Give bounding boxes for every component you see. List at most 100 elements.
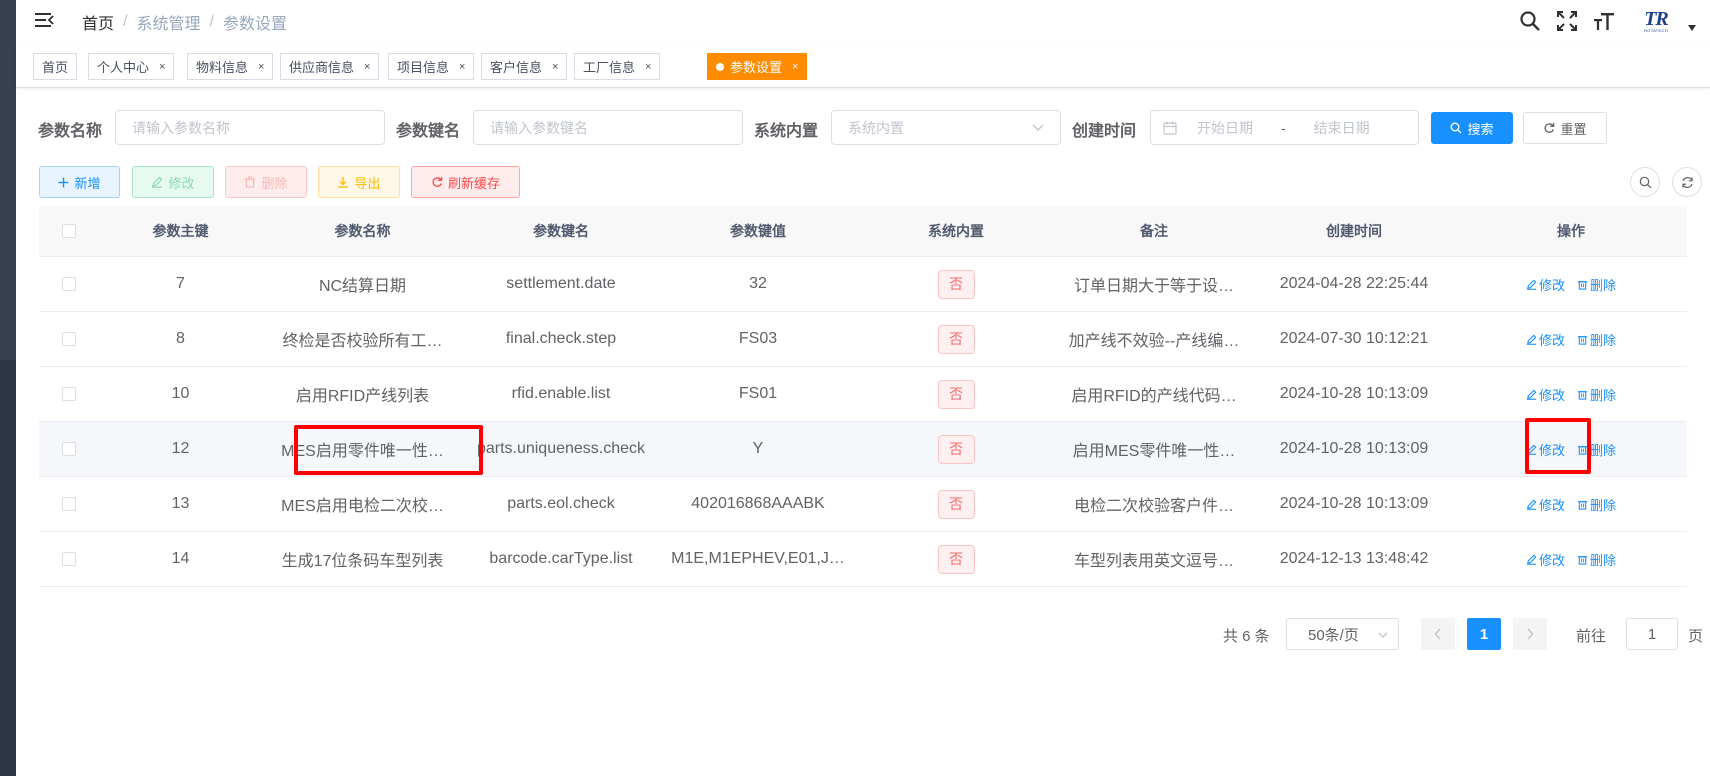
create-time-label: 创建时间: [1072, 123, 1137, 140]
search-icon: [1450, 122, 1462, 134]
param-key-input[interactable]: 请输入参数键名: [473, 110, 743, 145]
tab-home[interactable]: 首页: [33, 53, 78, 80]
app-root: 首页 / 系统管理 / 参数设置 TR ROTATECH 首页 个人中心 × 物…: [0, 0, 1710, 776]
row-checkbox[interactable]: [62, 552, 76, 566]
cell-created-time: 2024-10-28 10:13:09: [1279, 495, 1429, 512]
end-date-placeholder[interactable]: 结束日期: [1314, 118, 1370, 138]
builtin-badge: 否: [937, 489, 975, 519]
row-edit-button[interactable]: 修改: [1526, 330, 1565, 349]
param-key-label: 参数键名: [396, 123, 461, 140]
tab-supplier-info[interactable]: 供应商信息 ×: [280, 53, 380, 80]
goto-page-input[interactable]: 1: [1626, 618, 1678, 650]
chevron-down-icon[interactable]: [1688, 25, 1696, 31]
cell-param-value: M1E,M1EPHEV,E01,J…: [671, 550, 845, 567]
row-delete-button[interactable]: 删除: [1577, 385, 1616, 404]
search-button[interactable]: 搜索: [1431, 112, 1513, 144]
row-checkbox[interactable]: [62, 332, 76, 346]
row-edit-button[interactable]: 修改: [1526, 275, 1565, 294]
cell-remark: 启用MES零件唯一性…: [1072, 443, 1236, 460]
search-icon[interactable]: [1518, 9, 1542, 33]
builtin-badge: 否: [937, 324, 975, 354]
hamburger-menu-icon[interactable]: [34, 10, 56, 30]
reset-button[interactable]: 重置: [1523, 112, 1607, 144]
table-row[interactable]: 10 启用RFID产线列表 rfid.enable.list FS01 否 启用RFID的…: [39, 367, 1687, 422]
table-row[interactable]: 7 NC结算日期 settlement.date 32 否 订单日期大于等于设… 2024-…: [39, 257, 1687, 312]
row-edit-button[interactable]: 修改: [1526, 495, 1565, 514]
prev-page-button[interactable]: [1421, 618, 1455, 650]
row-delete-button[interactable]: 删除: [1577, 275, 1616, 294]
column-header: 参数键名: [533, 223, 589, 239]
tab-project-info[interactable]: 项目信息 ×: [388, 53, 475, 80]
row-checkbox[interactable]: [62, 277, 76, 291]
table-row[interactable]: 12 MES启用零件唯一性… parts.uniqueness.check Y 否启用M…: [39, 422, 1687, 477]
close-icon[interactable]: ×: [364, 61, 370, 73]
row-delete-button[interactable]: 删除: [1577, 495, 1616, 514]
row-delete-label: 删除: [1590, 497, 1617, 513]
row-delete-button[interactable]: 删除: [1577, 330, 1616, 349]
reset-button-label: 重置: [1560, 121, 1587, 137]
edit-icon: [152, 176, 163, 188]
download-icon: [338, 177, 349, 188]
tab-parameter-settings[interactable]: 参数设置 ×: [707, 53, 808, 80]
table-row[interactable]: 14 生成17位条码车型列表 barcode.carType.list M1E,M1E…: [39, 532, 1687, 587]
param-name-placeholder: 请输入参数名称: [132, 119, 230, 136]
tab-factory-info[interactable]: 工厂信息 ×: [574, 53, 661, 80]
row-delete-button[interactable]: 删除: [1577, 550, 1616, 569]
builtin-placeholder: 系统内置: [848, 119, 904, 136]
page-number[interactable]: 1: [1467, 618, 1501, 650]
table-row[interactable]: 8 终检是否校验所有工… final.check.step FS03 否 加产线不效验--…: [39, 312, 1687, 367]
toggle-search-button[interactable]: [1630, 167, 1660, 197]
row-select-cell: [39, 277, 99, 291]
select-all-checkbox[interactable]: [62, 224, 76, 238]
row-delete-label: 删除: [1590, 552, 1617, 568]
navbar: 首页 / 系统管理 / 参数设置 TR ROTATECH: [16, 0, 1710, 42]
tab-label: 供应商信息: [289, 60, 355, 75]
header-select-cell: [39, 224, 99, 238]
refresh-table-button[interactable]: [1672, 167, 1702, 197]
avatar[interactable]: TR ROTATECH: [1634, 8, 1678, 34]
table-row[interactable]: 13 MES启用电检二次校… parts.eol.check 402016868AAA…: [39, 477, 1687, 532]
cell-created-time: 2024-07-30 10:12:21: [1279, 330, 1429, 347]
close-icon[interactable]: ×: [159, 61, 165, 73]
delete-button-label: 删除: [261, 175, 288, 191]
next-page-button[interactable]: [1513, 618, 1547, 650]
plus-icon: [58, 177, 69, 187]
row-checkbox[interactable]: [62, 497, 76, 511]
font-size-icon[interactable]: [1592, 9, 1616, 33]
cell-remark: 启用RFID的产线代码…: [1071, 388, 1237, 405]
page-size-select[interactable]: 50条/页: [1286, 618, 1399, 650]
breadcrumb-home[interactable]: 首页: [82, 10, 114, 34]
add-button[interactable]: 新增: [39, 166, 120, 198]
tab-label: 客户信息: [490, 60, 543, 75]
close-icon[interactable]: ×: [645, 61, 651, 73]
export-button[interactable]: 导出: [318, 166, 400, 198]
tab-customer-info[interactable]: 客户信息 ×: [481, 53, 568, 80]
cell-builtin: 否: [857, 544, 1055, 574]
builtin-select[interactable]: 系统内置: [831, 110, 1061, 145]
tab-personal-center[interactable]: 个人中心 ×: [88, 53, 175, 80]
chevron-right-icon: [1527, 628, 1534, 640]
row-edit-button[interactable]: 修改: [1526, 385, 1565, 404]
close-icon[interactable]: ×: [459, 61, 465, 73]
close-icon[interactable]: ×: [792, 61, 798, 73]
cell-param-name: 终检是否校验所有工…: [282, 333, 443, 350]
trash-icon: [1577, 390, 1588, 400]
row-edit-button[interactable]: 修改: [1526, 550, 1565, 569]
builtin-label: 系统内置: [754, 123, 819, 140]
fullscreen-icon[interactable]: [1555, 9, 1579, 33]
close-icon[interactable]: ×: [258, 61, 264, 73]
date-range-picker[interactable]: 开始日期 - 结束日期: [1150, 110, 1419, 145]
start-date-placeholder[interactable]: 开始日期: [1197, 118, 1253, 138]
row-checkbox[interactable]: [62, 442, 76, 456]
edit-button[interactable]: 修改: [132, 166, 214, 198]
cell-param-key: settlement.date: [506, 275, 616, 292]
refresh-cache-button[interactable]: 刷新缓存: [411, 166, 520, 198]
cell-param-id: 14: [171, 550, 190, 567]
close-icon[interactable]: ×: [552, 61, 558, 73]
delete-button[interactable]: 删除: [225, 166, 307, 198]
param-name-input[interactable]: 请输入参数名称: [115, 110, 385, 145]
row-checkbox[interactable]: [62, 387, 76, 401]
cell-param-name: NC结算日期: [318, 278, 407, 295]
tab-material-info[interactable]: 物料信息 ×: [187, 53, 274, 80]
refresh-icon: [1681, 176, 1693, 188]
